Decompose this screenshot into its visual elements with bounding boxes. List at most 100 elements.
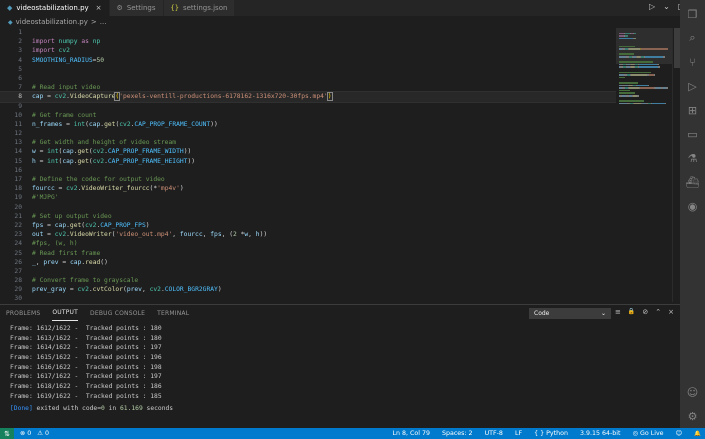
code-line[interactable]: 9 [0,102,616,111]
line-number[interactable]: 26 [0,258,22,267]
manage-gear-icon[interactable]: ⚙ [680,406,705,426]
tab-problems[interactable]: PROBLEMS [6,305,40,321]
code-line[interactable]: 24 #fps, (w, h) [0,239,616,248]
go-live-button[interactable]: ◎ Go Live [632,430,663,437]
code-line[interactable]: 25 # Read first frame [0,249,616,258]
lock-icon[interactable]: 🔒 [628,308,635,316]
code-line[interactable]: 2 import numpy as np [0,37,616,46]
line-number[interactable]: 23 [0,230,22,239]
breadcrumb-file[interactable]: videostabilization.py [16,18,88,26]
tab-videostabilization[interactable]: ◆ videostabilization.py × [0,0,110,16]
tab-terminal[interactable]: TERMINAL [157,305,189,321]
code-line[interactable]: 16 [0,166,616,175]
source-control-icon[interactable]: ⑂ [680,52,705,72]
notifications-bell-icon[interactable]: 🔔 [694,431,701,437]
language-mode[interactable]: { } Python [534,430,568,437]
encoding[interactable]: UTF-8 [485,430,503,437]
code-line[interactable]: 3 import cv2 [0,46,616,55]
code-line[interactable]: 19 #'MJPG' [0,193,616,202]
line-number[interactable]: 20 [0,203,22,212]
line-number[interactable]: 21 [0,212,22,221]
explorer-icon[interactable]: ❐ [680,4,705,24]
code-line[interactable]: 27 [0,267,616,276]
output-channel-select[interactable]: Code ⌄ [529,308,611,319]
testing-icon[interactable]: ⚗ [680,148,705,168]
line-number[interactable]: 15 [0,157,22,166]
code-line[interactable]: 23 out = cv2.VideoWriter('video_out.mp4',… [0,230,616,239]
code-line[interactable]: 30 [0,294,616,302]
code-line[interactable]: 28 # Convert frame to grayscale [0,276,616,285]
line-number[interactable]: 24 [0,239,22,248]
tab-settings-json[interactable]: {} settings.json [163,0,236,16]
code-line[interactable]: 18 fourcc = cv2.VideoWriter_fourcc(*'mp4v… [0,184,616,193]
python-interpreter[interactable]: 3.9.15 64-bit [580,430,621,437]
python-icon[interactable]: ◉ [680,196,705,216]
line-number[interactable]: 29 [0,285,22,294]
line-number[interactable]: 30 [0,294,22,302]
account-icon[interactable]: ☺ [680,382,705,402]
code-line[interactable]: 7 # Read input video [0,83,616,92]
line-number[interactable]: 2 [0,37,22,46]
line-number[interactable]: 8 [0,92,22,101]
code-line[interactable]: 8 cap = cv2.VideoCapture('pexels-ventill-… [0,91,616,103]
tab-settings[interactable]: ⚙ Settings [109,0,164,16]
code-line[interactable]: 15 h = int(cap.get(cv2.CAP_PROP_FRAME_HEI… [0,157,616,166]
line-number[interactable]: 14 [0,147,22,156]
line-number[interactable]: 18 [0,184,22,193]
remote-indicator[interactable]: ⇅ [0,428,14,439]
remote-explorer-icon[interactable]: ▭ [680,124,705,144]
line-number[interactable]: 4 [0,56,22,65]
code-line[interactable]: 21 # Set up output video [0,212,616,221]
code-line[interactable]: 20 [0,203,616,212]
code-line[interactable]: 14 w = int(cap.get(cv2.CAP_PROP_FRAME_WID… [0,147,616,156]
editor-scrollbar[interactable] [672,28,680,302]
maximize-panel-icon[interactable]: ⌃ [655,308,661,316]
extensions-icon[interactable]: ⊞ [680,100,705,120]
tab-output[interactable]: OUTPUT [52,305,79,321]
close-icon[interactable]: × [668,308,674,316]
line-number[interactable]: 9 [0,102,22,111]
close-icon[interactable]: × [96,4,102,12]
chevron-down-icon[interactable]: ⌄ [663,2,670,11]
cursor-position[interactable]: Ln 8, Col 79 [392,430,430,437]
line-number[interactable]: 27 [0,267,22,276]
line-number[interactable]: 3 [0,46,22,55]
breadcrumb-symbol[interactable]: ... [100,18,107,26]
indentation[interactable]: Spaces: 2 [442,430,473,437]
line-number[interactable]: 10 [0,111,22,120]
line-number[interactable]: 11 [0,120,22,129]
line-number[interactable]: 13 [0,138,22,147]
code-line[interactable]: 5 [0,65,616,74]
line-number[interactable]: 5 [0,65,22,74]
line-number[interactable]: 7 [0,83,22,92]
docker-icon[interactable]: ⛴ [680,172,705,192]
code-line[interactable]: 11 n_frames = int(cap.get(cv2.CAP_PROP_FR… [0,120,616,129]
errors-count[interactable]: ⊗ 0 [20,430,31,437]
minimap[interactable] [616,28,672,302]
code-editor[interactable]: 1 2 import numpy as np 3 import cv2 4 SMOOTHIN… [0,28,616,302]
line-number[interactable]: 17 [0,175,22,184]
code-line[interactable]: 12 [0,129,616,138]
line-number[interactable]: 22 [0,221,22,230]
code-line[interactable]: 17 # Define the codec for output video [0,175,616,184]
code-line[interactable]: 22 fps = cap.get(cv2.CAP_PROP_FPS) [0,221,616,230]
tab-debug-console[interactable]: DEBUG CONSOLE [90,305,145,321]
filter-icon[interactable]: ≡ [615,308,621,316]
clear-output-icon[interactable]: ⊘ [642,308,648,316]
line-number[interactable]: 12 [0,129,22,138]
line-number[interactable]: 6 [0,74,22,83]
run-debug-icon[interactable]: ▷ [680,76,705,96]
line-number[interactable]: 19 [0,193,22,202]
line-number[interactable]: 25 [0,249,22,258]
search-icon[interactable]: ⌕ [680,28,705,48]
run-icon[interactable]: ▷ [649,2,655,11]
feedback-icon[interactable]: ☺ [676,430,683,437]
code-line[interactable]: 10 # Get frame count [0,111,616,120]
code-line[interactable]: 4 SMOOTHING_RADIUS=50 [0,56,616,65]
line-number[interactable]: 16 [0,166,22,175]
line-number[interactable]: 1 [0,28,22,37]
code-line[interactable]: 6 [0,74,616,83]
code-line[interactable]: 1 [0,28,616,37]
code-line[interactable]: 13 # Get width and height of video stream [0,138,616,147]
code-line[interactable]: 29 prev_gray = cv2.cvtColor(prev, cv2.COL… [0,285,616,294]
